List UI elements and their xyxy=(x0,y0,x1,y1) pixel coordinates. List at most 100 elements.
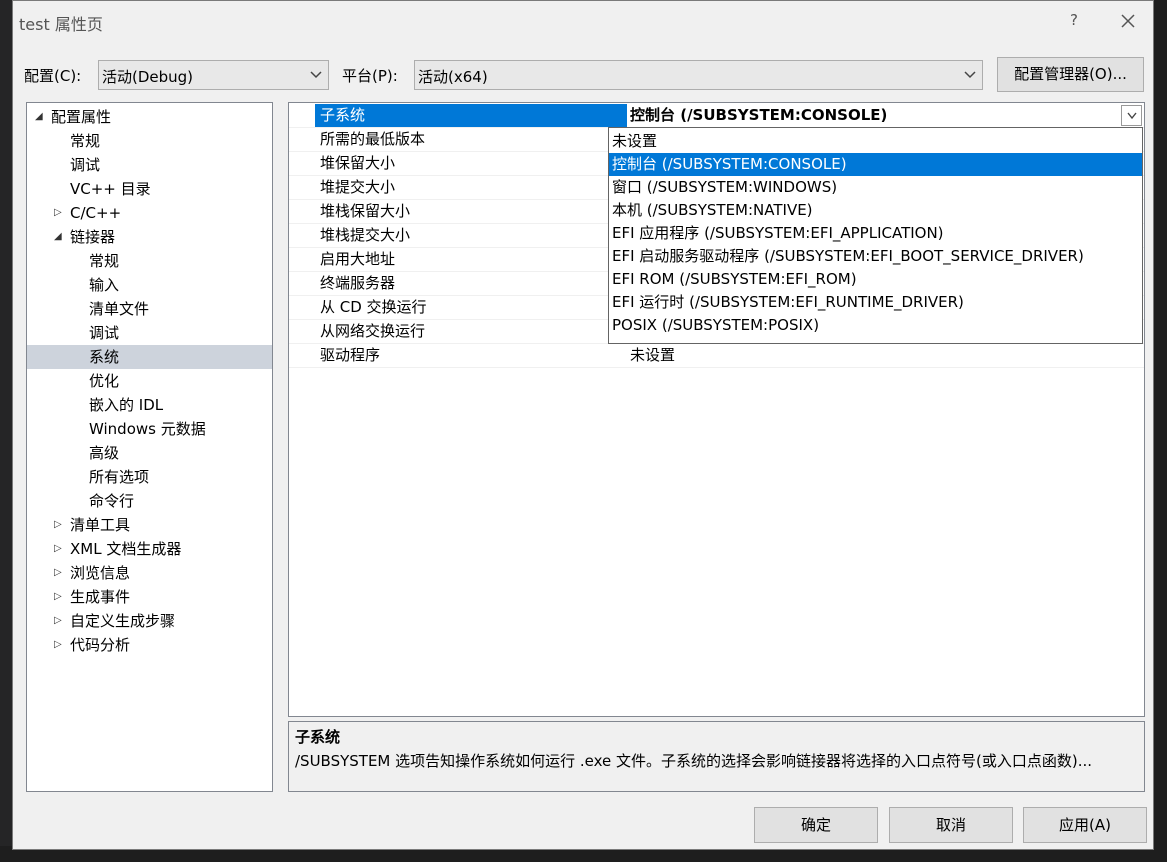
title-bar: test 属性页 ? xyxy=(13,1,1153,41)
ok-button[interactable]: 确定 xyxy=(754,807,878,843)
tree-item-label: C/C++ xyxy=(70,204,122,222)
grid-row-value[interactable]: 未设置 xyxy=(630,344,675,367)
grid-row-name: 启用大地址 xyxy=(320,250,396,268)
collapsed-triangle-icon[interactable]: ▷ xyxy=(54,537,64,561)
tree-item-label: 所有选项 xyxy=(89,468,150,486)
dropdown-option[interactable]: EFI 运行时 (/SUBSYSTEM:EFI_RUNTIME_DRIVER) xyxy=(609,291,1142,314)
grid-row-name: 从网络交换运行 xyxy=(320,322,426,340)
tree-item-linker-command-line[interactable]: 命令行 xyxy=(27,489,272,513)
tree-item-linker-system[interactable]: 系统 xyxy=(27,345,272,369)
description-title: 子系统 xyxy=(295,728,341,746)
config-select-value: 活动(Debug) xyxy=(102,68,194,86)
tree-item-vc-directories[interactable]: VC++ 目录 xyxy=(27,177,272,201)
subsystem-dropdown-list: 未设置 控制台 (/SUBSYSTEM:CONSOLE) 窗口 (/SUBSYS… xyxy=(608,127,1143,344)
collapsed-triangle-icon[interactable]: ▷ xyxy=(54,633,64,657)
apply-button[interactable]: 应用(A) xyxy=(1023,807,1147,843)
grid-row-name: 子系统 xyxy=(315,104,627,127)
help-button[interactable]: ? xyxy=(1065,11,1083,29)
tree-item-linker-all-options[interactable]: 所有选项 xyxy=(27,465,272,489)
tree-item-label: 命令行 xyxy=(89,492,135,510)
platform-label: 平台(P): xyxy=(342,67,398,85)
grid-row-driver[interactable]: 驱动程序 未设置 xyxy=(289,344,1144,368)
tree-item-label: 高级 xyxy=(89,444,120,462)
grid-row-subsystem[interactable]: 子系统 控制台 (/SUBSYSTEM:CONSOLE) xyxy=(289,104,1144,128)
expanded-triangle-icon[interactable]: ◢ xyxy=(54,225,64,249)
tree-item-label: XML 文档生成器 xyxy=(70,540,182,558)
collapsed-triangle-icon[interactable]: ▷ xyxy=(54,585,64,609)
tree-item-manifest-tool[interactable]: ▷ 清单工具 xyxy=(27,513,272,537)
tree-item-label: 浏览信息 xyxy=(70,564,131,582)
grid-row-name: 堆栈提交大小 xyxy=(320,226,411,244)
tree-item-label: 链接器 xyxy=(70,228,116,246)
tree-item-label: 代码分析 xyxy=(70,636,131,654)
dropdown-option[interactable]: POSIX (/SUBSYSTEM:POSIX) xyxy=(609,314,1142,337)
dropdown-option[interactable]: 未设置 xyxy=(609,130,1142,153)
property-tree: ◢ 配置属性 常规 调试 VC++ 目录 ▷ C/C++ ◢ 链接器 常规 输入… xyxy=(26,102,273,792)
tree-item-debugging[interactable]: 调试 xyxy=(27,153,272,177)
tree-item-linker[interactable]: ◢ 链接器 xyxy=(27,225,272,249)
grid-row-name: 所需的最低版本 xyxy=(320,130,426,148)
tree-item-label: 配置属性 xyxy=(51,108,112,126)
tree-item-label: 输入 xyxy=(89,276,120,294)
close-button[interactable] xyxy=(1113,6,1143,36)
subsystem-dropdown-button[interactable] xyxy=(1121,105,1142,126)
dropdown-option[interactable]: 本机 (/SUBSYSTEM:NATIVE) xyxy=(609,199,1142,222)
tree-item-browse-information[interactable]: ▷ 浏览信息 xyxy=(27,561,272,585)
window-title: test 属性页 xyxy=(19,15,103,34)
close-icon xyxy=(1121,14,1135,28)
tree-item-label: 调试 xyxy=(70,156,101,174)
config-select[interactable]: 活动(Debug) xyxy=(98,60,329,90)
tree-item-label: 生成事件 xyxy=(70,588,131,606)
cancel-button[interactable]: 取消 xyxy=(889,807,1013,843)
collapsed-triangle-icon[interactable]: ▷ xyxy=(54,201,64,225)
tree-item-build-events[interactable]: ▷ 生成事件 xyxy=(27,585,272,609)
tree-item-label: 自定义生成步骤 xyxy=(70,612,176,630)
dropdown-option[interactable]: 窗口 (/SUBSYSTEM:WINDOWS) xyxy=(609,176,1142,199)
tree-item-linker-optimization[interactable]: 优化 xyxy=(27,369,272,393)
dropdown-option[interactable]: EFI ROM (/SUBSYSTEM:EFI_ROM) xyxy=(609,268,1142,291)
tree-item-xml-doc-generator[interactable]: ▷ XML 文档生成器 xyxy=(27,537,272,561)
expanded-triangle-icon[interactable]: ◢ xyxy=(35,105,45,129)
collapsed-triangle-icon[interactable]: ▷ xyxy=(54,513,64,537)
tree-item-custom-build-step[interactable]: ▷ 自定义生成步骤 xyxy=(27,609,272,633)
chevron-down-icon xyxy=(1126,112,1137,120)
background-editor-right xyxy=(1154,0,1167,862)
grid-row-name: 终端服务器 xyxy=(320,274,396,292)
collapsed-triangle-icon[interactable]: ▷ xyxy=(54,561,64,585)
dropdown-option[interactable]: EFI 启动服务驱动程序 (/SUBSYSTEM:EFI_BOOT_SERVIC… xyxy=(609,245,1142,268)
grid-row-value[interactable]: 控制台 (/SUBSYSTEM:CONSOLE) xyxy=(630,104,887,127)
configuration-manager-button[interactable]: 配置管理器(O)... xyxy=(997,57,1144,92)
tree-item-label: VC++ 目录 xyxy=(70,180,151,198)
config-label: 配置(C): xyxy=(24,67,82,85)
collapsed-triangle-icon[interactable]: ▷ xyxy=(54,609,64,633)
tree-item-label: 调试 xyxy=(89,324,120,342)
tree-item-c-cpp[interactable]: ▷ C/C++ xyxy=(27,201,272,225)
grid-row-name: 从 CD 交换运行 xyxy=(320,298,427,316)
description-text: /SUBSYSTEM 选项告知操作系统如何运行 .exe 文件。子系统的选择会影… xyxy=(295,752,1093,770)
tree-item-label: 清单文件 xyxy=(89,300,150,318)
tree-item-label: 常规 xyxy=(89,252,120,270)
tree-item-general[interactable]: 常规 xyxy=(27,129,272,153)
platform-select-value: 活动(x64) xyxy=(418,68,488,86)
tree-item-label: 系统 xyxy=(89,348,120,366)
tree-item-label: 清单工具 xyxy=(70,516,131,534)
dropdown-option[interactable]: EFI 应用程序 (/SUBSYSTEM:EFI_APPLICATION) xyxy=(609,222,1142,245)
grid-row-name: 驱动程序 xyxy=(320,346,381,364)
tree-item-linker-input[interactable]: 输入 xyxy=(27,273,272,297)
dropdown-option-selected[interactable]: 控制台 (/SUBSYSTEM:CONSOLE) xyxy=(609,153,1142,176)
tree-item-label: 优化 xyxy=(89,372,120,390)
description-panel: 子系统 /SUBSYSTEM 选项告知操作系统如何运行 .exe 文件。子系统的… xyxy=(288,721,1145,792)
tree-item-linker-windows-metadata[interactable]: Windows 元数据 xyxy=(27,417,272,441)
tree-item-code-analysis[interactable]: ▷ 代码分析 xyxy=(27,633,272,657)
tree-item-config-properties[interactable]: ◢ 配置属性 xyxy=(27,105,272,129)
tree-item-label: 常规 xyxy=(70,132,101,150)
grid-row-name: 堆保留大小 xyxy=(320,154,396,172)
tree-item-label: 嵌入的 IDL xyxy=(89,396,164,414)
tree-item-linker-manifest[interactable]: 清单文件 xyxy=(27,297,272,321)
chevron-down-icon xyxy=(310,71,322,79)
tree-item-linker-advanced[interactable]: 高级 xyxy=(27,441,272,465)
tree-item-linker-debugging[interactable]: 调试 xyxy=(27,321,272,345)
platform-select[interactable]: 活动(x64) xyxy=(414,60,983,90)
tree-item-linker-general[interactable]: 常规 xyxy=(27,249,272,273)
tree-item-linker-embedded-idl[interactable]: 嵌入的 IDL xyxy=(27,393,272,417)
